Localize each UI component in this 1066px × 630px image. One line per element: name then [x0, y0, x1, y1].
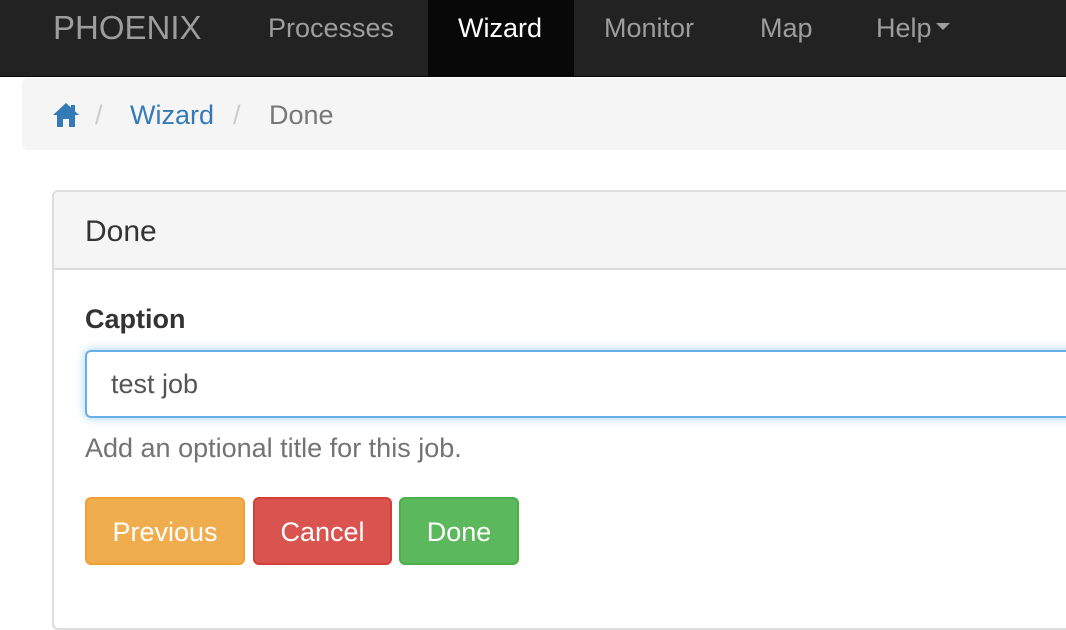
nav-item-monitor[interactable]: Monitor: [574, 0, 724, 76]
nav-item-help[interactable]: Help: [846, 0, 980, 76]
breadcrumb-wizard-link[interactable]: Wizard: [130, 78, 214, 150]
wizard-panel: Done Caption Add an optional title for t…: [52, 190, 1066, 630]
home-icon[interactable]: [52, 102, 80, 128]
caption-label: Caption: [85, 304, 186, 334]
top-navbar: PHOENIX Processes Wizard Monitor Map Hel…: [0, 0, 1066, 77]
previous-button[interactable]: Previous: [85, 497, 245, 565]
nav-item-help-label: Help: [876, 13, 932, 43]
breadcrumb-separator: /: [233, 100, 241, 130]
cancel-button[interactable]: Cancel: [253, 497, 392, 565]
nav-item-wizard[interactable]: Wizard: [428, 0, 574, 76]
caret-down-icon: [935, 23, 950, 31]
breadcrumb: / Wizard / Done: [22, 78, 1066, 150]
done-button[interactable]: Done: [399, 497, 519, 565]
panel-title: Done: [54, 192, 1066, 270]
breadcrumb-separator: /: [95, 100, 103, 130]
caption-help-text: Add an optional title for this job.: [85, 433, 462, 463]
nav-item-processes[interactable]: Processes: [238, 0, 424, 76]
breadcrumb-current: Done: [269, 100, 334, 130]
brand-link[interactable]: PHOENIX: [53, 0, 202, 76]
caption-input[interactable]: [85, 350, 1066, 418]
nav-item-map[interactable]: Map: [730, 0, 843, 76]
